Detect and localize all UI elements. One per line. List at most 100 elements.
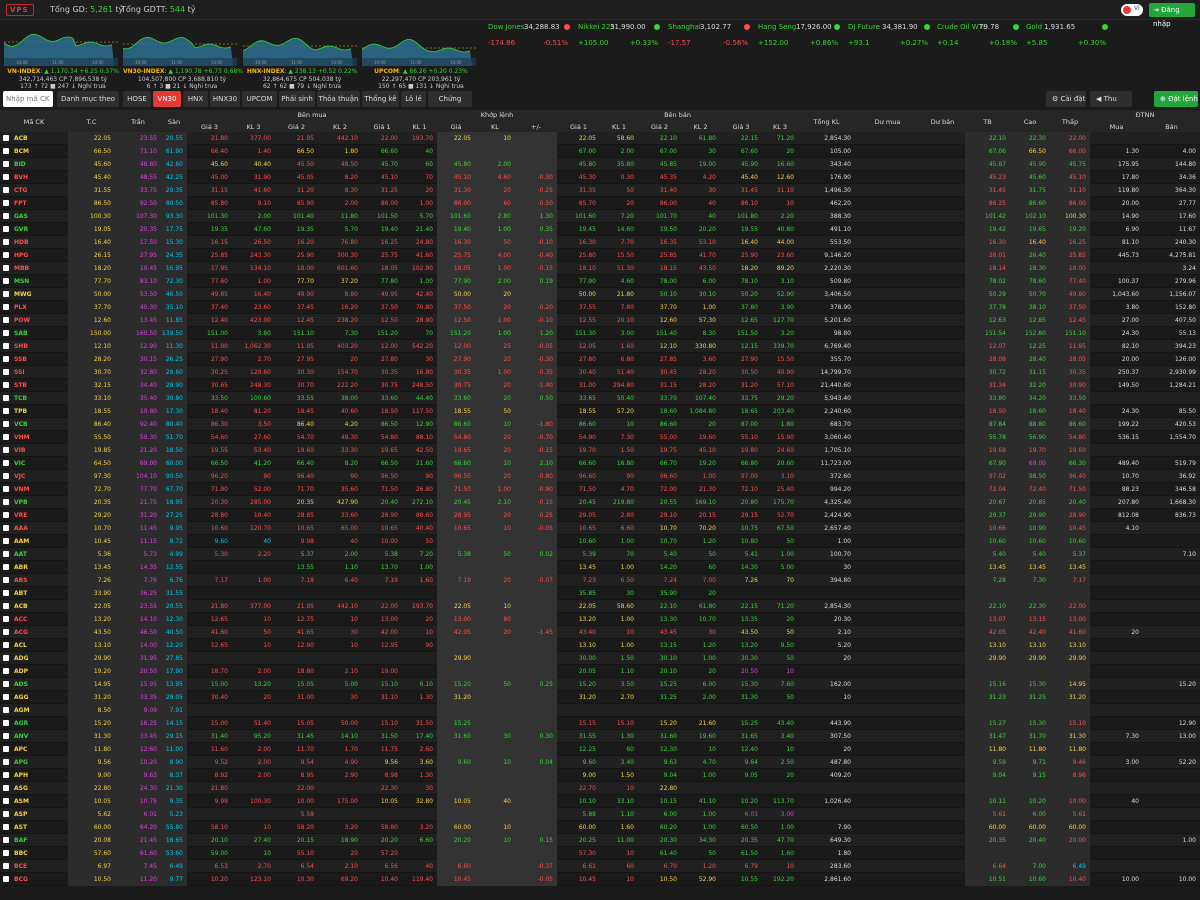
watchlist-checkbox[interactable] [3, 356, 9, 362]
watchlist-checkbox[interactable] [3, 473, 9, 479]
watchlist-checkbox[interactable] [3, 200, 9, 206]
symbol-code[interactable]: ABS [14, 574, 28, 587]
table-row[interactable]: APG 9.56 10.20 8.90 9.52 2.00 9.54 4.90 9.56 3.60… [0, 756, 1200, 769]
symbol-code[interactable]: MSN [14, 275, 29, 288]
header-col[interactable]: Giá 1 [557, 123, 600, 131]
table-row[interactable]: SSB 28.20 30.15 26.25 27.90 2.70 27.95 20 27.80 3… [0, 353, 1200, 366]
watchlist-checkbox[interactable] [3, 408, 9, 414]
table-row[interactable]: GVR 19.05 20.35 17.75 19.35 47.60 19.35 5.70 19.… [0, 223, 1200, 236]
watchlist-checkbox[interactable] [3, 837, 9, 843]
header-col[interactable]: Dư mua [855, 118, 920, 126]
watchlist-checkbox[interactable] [3, 577, 9, 583]
watchlist-checkbox[interactable] [3, 876, 9, 882]
header-col[interactable]: KL 2 [681, 123, 720, 131]
world-index-dj-future[interactable]: DJ Future 34,381.90 +93.1 +0.27% [848, 22, 934, 50]
table-row[interactable]: CTG 31.55 33.75 29.35 31.15 41.60 31.20 8.30 31.… [0, 184, 1200, 197]
watchlist-checkbox[interactable] [3, 538, 9, 544]
table-row[interactable]: MSN 77.70 83.10 72.30 77.60 1.00 77.70 37.20 77.… [0, 275, 1200, 288]
table-row[interactable]: BCG 10.50 11.20 9.77 10.20 123.10 10.30 69.20 10… [0, 873, 1200, 886]
world-index-dow-jones[interactable]: Dow Jones 34,288.83 -174.86 -0.51% [488, 22, 574, 50]
watchlist-checkbox[interactable] [3, 863, 9, 869]
table-row[interactable]: APC 11.80 12.60 11.00 11.60 2.00 11.70 1.70 11.7… [0, 743, 1200, 756]
watchlist-checkbox[interactable] [3, 252, 9, 258]
table-row[interactable]: STB 32.15 34.40 29.90 30.65 248.30 30.70 222.20… [0, 379, 1200, 392]
symbol-code[interactable]: ASG [14, 782, 28, 795]
header-col[interactable]: KL 1 [600, 123, 638, 131]
tab-danh-mục-theo-dõi[interactable]: Danh mục theo dõi [57, 91, 119, 119]
table-row[interactable]: AGR 15.20 16.25 14.15 15.00 51.40 15.05 50.00 15… [0, 717, 1200, 730]
vps-logo[interactable]: VPS [6, 4, 34, 16]
header-col[interactable]: TB [965, 118, 1010, 126]
table-row[interactable]: BCE 6.97 7.45 6.49 6.53 2.70 6.54 2.10 6.56 40 6.6… [0, 860, 1200, 873]
settings-button[interactable]: ⚙ Cài đặt [1046, 91, 1086, 107]
login-button[interactable]: ⇥ Đăng nhập [1149, 3, 1195, 28]
table-row[interactable]: ASG 22.80 24.30 21.30 21.80 22.00 22.30 30 22.70… [0, 782, 1200, 795]
tab-upcom[interactable]: UPCOM [242, 91, 277, 107]
watchlist-checkbox[interactable] [3, 161, 9, 167]
watchlist-checkbox[interactable] [3, 681, 9, 687]
table-row[interactable]: VCB 86.40 92.40 80.40 86.30 3.50 86.40 4.20 86.5… [0, 418, 1200, 431]
table-row[interactable]: AAM 10.45 11.15 9.72 9.60 40 9.98 40 10.00 50 10.6… [0, 535, 1200, 548]
watchlist-checkbox[interactable] [3, 668, 9, 674]
table-row[interactable]: VIB 19.85 21.20 18.50 19.55 53.40 19.60 33.30 19… [0, 444, 1200, 457]
header-col[interactable]: KL [475, 123, 515, 131]
symbol-code[interactable]: ADS [14, 678, 28, 691]
header-col[interactable]: Cao [1010, 118, 1050, 126]
symbol-code[interactable]: BVH [14, 171, 28, 184]
table-row[interactable]: VJC 97.30 104.10 90.50 96.20 90 96.40 90 96.50 90… [0, 470, 1200, 483]
table-row[interactable]: MWG 50.00 53.50 46.50 49.85 16.40 49.90 8.80 49.… [0, 288, 1200, 301]
watchlist-checkbox[interactable] [3, 239, 9, 245]
symbol-code[interactable]: MBB [14, 262, 29, 275]
symbol-code[interactable]: APH [14, 769, 28, 782]
header-col[interactable]: Giá 2 [275, 123, 318, 131]
table-row[interactable]: AAA 10.70 11.45 9.95 10.60 120.70 10.65 65.00 10… [0, 522, 1200, 535]
symbol-code[interactable]: ACB [14, 600, 28, 613]
watchlist-checkbox[interactable] [3, 850, 9, 856]
symbol-code[interactable]: AAT [14, 548, 27, 561]
symbol-code[interactable]: MWG [14, 288, 32, 301]
header-col[interactable]: Trần [115, 118, 161, 126]
symbol-code[interactable]: AGM [14, 704, 30, 717]
symbol-code[interactable]: ACL [14, 639, 27, 652]
table-row[interactable]: ASP 5.62 6.01 5.23 5.58 5.88 1.10 6.00 1.00 6.03 3… [0, 808, 1200, 821]
symbol-code[interactable]: VJC [14, 470, 25, 483]
table-row[interactable]: AGG 31.20 33.35 29.05 30.40 20 31.00 30 31.10 1.3… [0, 691, 1200, 704]
table-row[interactable]: APH 9.00 9.63 8.37 8.92 2.00 8.95 2.90 8.98 1.30 9… [0, 769, 1200, 782]
table-row[interactable]: ANV 31.30 33.45 29.15 31.40 95.20 31.45 14.10 31… [0, 730, 1200, 743]
table-row[interactable]: VHM 55.50 59.30 51.70 54.60 27.60 54.70 49.30 54… [0, 431, 1200, 444]
watchlist-checkbox[interactable] [3, 603, 9, 609]
header-col[interactable]: Giá 3 [720, 123, 762, 131]
watchlist-checkbox[interactable] [3, 720, 9, 726]
tab-lô-lẻ[interactable]: Lô lẻ [401, 91, 426, 107]
symbol-code[interactable]: ACB [14, 132, 28, 145]
header-col[interactable]: KL 3 [232, 123, 275, 131]
table-row[interactable]: BBC 57.60 61.60 53.60 59.00 10 55.10 20 57.20 57.… [0, 847, 1200, 860]
table-row[interactable]: VRE 29.20 31.20 27.25 28.80 10.40 28.85 33.60 28… [0, 509, 1200, 522]
watchlist-checkbox[interactable] [3, 382, 9, 388]
watchlist-checkbox[interactable] [3, 447, 9, 453]
table-row[interactable]: MBB 18.20 19.45 16.95 17.95 134.10 18.00 601.60… [0, 262, 1200, 275]
header-col[interactable]: Thấp [1050, 118, 1090, 126]
watchlist-checkbox[interactable] [3, 369, 9, 375]
symbol-code[interactable]: TPB [14, 405, 27, 418]
collapse-button[interactable]: ◀ Thu gọn [1090, 91, 1132, 119]
header-col[interactable]: Giá 1 [362, 123, 402, 131]
symbol-code[interactable]: AGR [14, 717, 28, 730]
watchlist-checkbox[interactable] [3, 551, 9, 557]
symbol-code[interactable]: VHM [14, 431, 30, 444]
watchlist-checkbox[interactable] [3, 512, 9, 518]
watchlist-checkbox[interactable] [3, 694, 9, 700]
watchlist-checkbox[interactable] [3, 811, 9, 817]
mini-chart-upcom[interactable]: 10:00 11:00 14:00 UPCOM: ▲ 86.26 +0.20 0.23… [362, 22, 476, 90]
watchlist-checkbox[interactable] [3, 213, 9, 219]
table-row[interactable]: TPB 18.55 19.80 17.30 18.40 81.20 18.45 40.60 18… [0, 405, 1200, 418]
watchlist-checkbox[interactable] [3, 317, 9, 323]
tab-hnx30[interactable]: HNX30 [210, 91, 240, 107]
symbol-code[interactable]: APG [14, 756, 28, 769]
table-row[interactable]: BAF 20.08 21.45 18.65 20.10 27.40 20.15 18.90 20… [0, 834, 1200, 847]
watchlist-checkbox[interactable] [3, 590, 9, 596]
table-row[interactable]: AST 60.00 64.20 55.80 58.10 10 58.20 3.20 58.80 3… [0, 821, 1200, 834]
symbol-code[interactable]: CTG [14, 184, 27, 197]
symbol-code[interactable]: ABT [14, 587, 27, 600]
table-row[interactable]: VIC 64.50 69.00 60.00 66.50 41.20 66.40 8.20 66.… [0, 457, 1200, 470]
